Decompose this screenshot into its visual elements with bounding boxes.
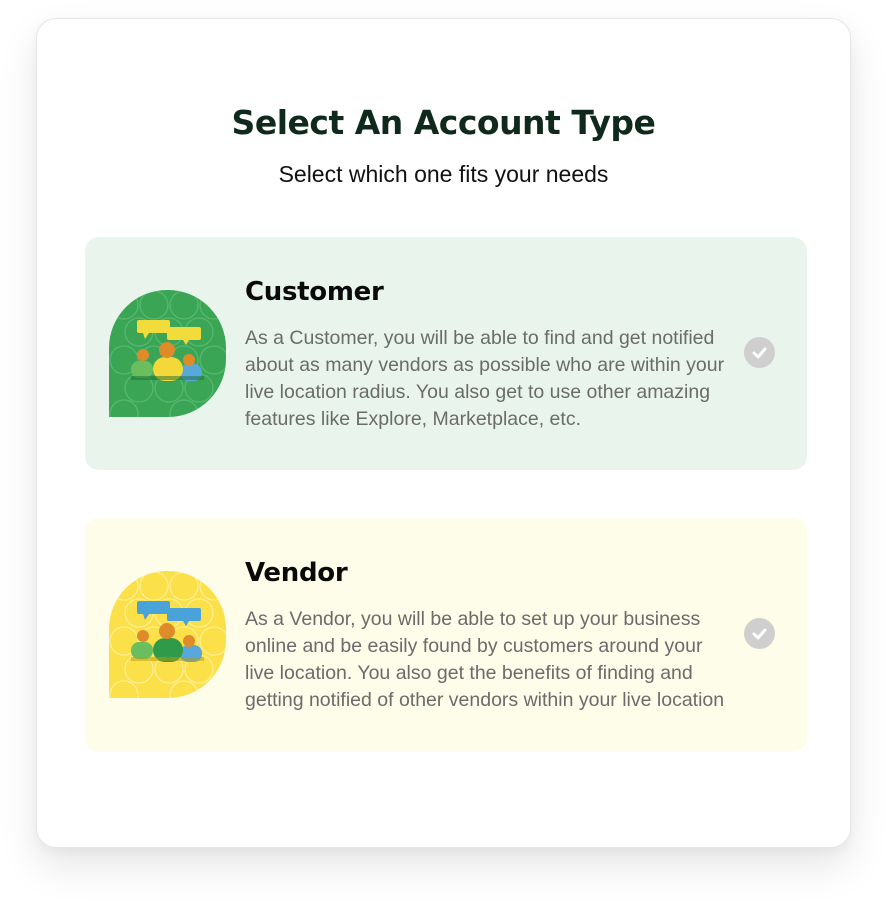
customer-title: Customer <box>245 277 384 307</box>
vendor-title: Vendor <box>245 558 348 588</box>
vendor-illustration <box>109 571 226 698</box>
page-title: Select An Account Type <box>231 103 656 142</box>
vendor-option[interactable]: Vendor As a Vendor, you will be able to … <box>85 518 807 752</box>
check-circle-icon[interactable] <box>744 618 775 649</box>
people-chat-icon <box>109 571 226 698</box>
customer-illustration <box>109 290 226 417</box>
page-subtitle: Select which one fits your needs <box>278 161 609 187</box>
customer-description: As a Customer, you will be able to find … <box>245 327 725 430</box>
people-chat-icon <box>109 290 226 417</box>
account-type-card: Select An Account Type Select which one … <box>36 18 851 848</box>
check-circle-icon[interactable] <box>744 337 775 368</box>
customer-option[interactable]: Customer As a Customer, you will be able… <box>85 237 807 470</box>
vendor-description: As a Vendor, you will be able to set up … <box>245 608 725 711</box>
